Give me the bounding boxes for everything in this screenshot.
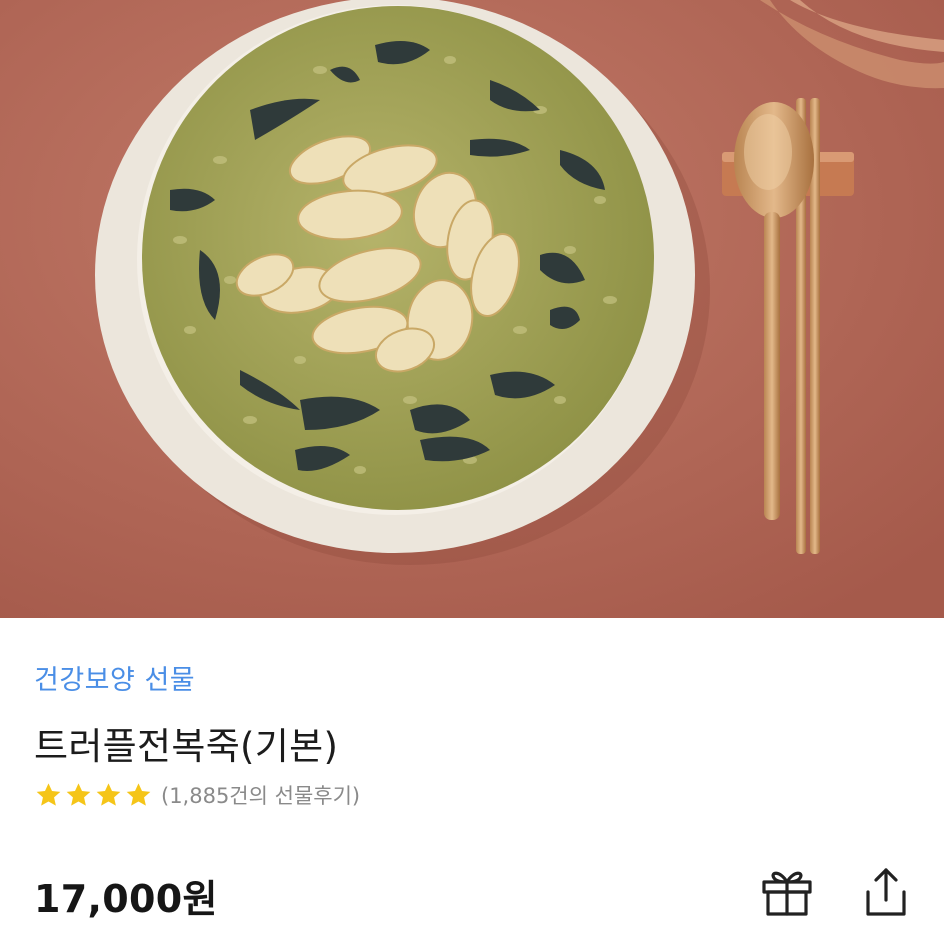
share-button[interactable] (860, 864, 912, 918)
star-icon (36, 782, 61, 806)
abalone-porridge-photo (0, 0, 944, 618)
product-image (0, 0, 944, 618)
share-icon (866, 868, 906, 916)
star-icon (96, 782, 121, 806)
product-category[interactable]: 건강보양 선물 (34, 658, 195, 697)
rating-row[interactable]: (1,885건의 선물후기) (34, 780, 360, 810)
product-title: 트러플전복죽(기본) (34, 725, 339, 768)
product-info: 건강보양 선물 트러플전복죽(기본) (1,885건의 선물후기) 17,000… (0, 618, 944, 944)
gift-icon (762, 871, 812, 916)
gift-button[interactable] (760, 866, 814, 918)
star-icon (126, 782, 151, 806)
star-icon (66, 782, 91, 806)
review-count[interactable]: (1,885건의 선물후기) (161, 780, 360, 810)
rating-stars (34, 781, 153, 810)
product-price: 17,000원 (34, 877, 218, 921)
